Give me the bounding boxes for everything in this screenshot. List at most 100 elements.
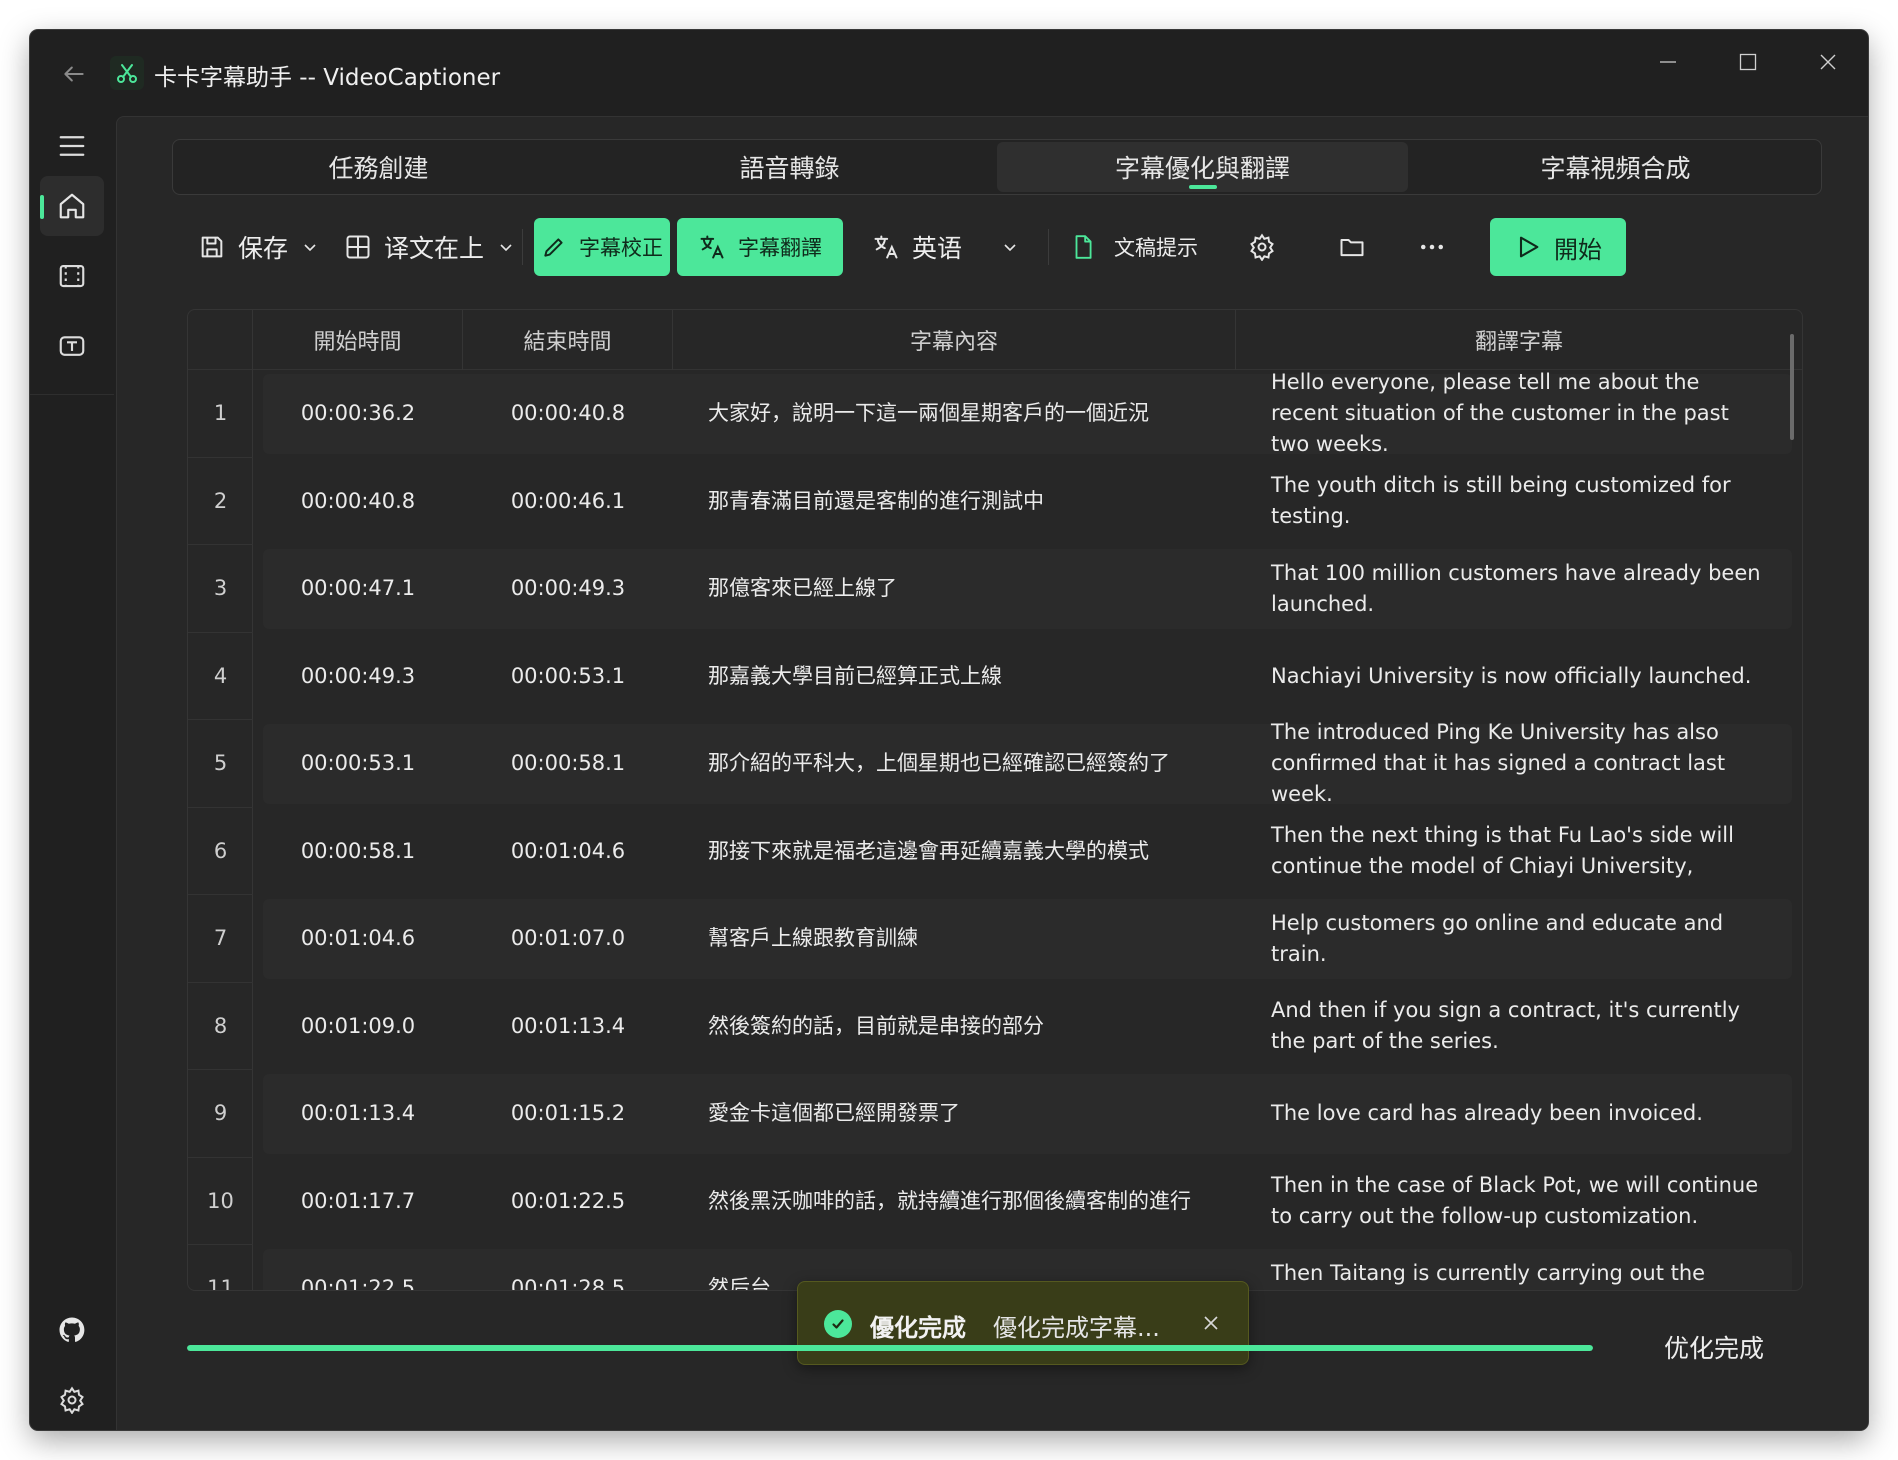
start-time-cell[interactable]: 00:01:09.0 [253,983,463,1071]
end-time-cell[interactable]: 00:01:04.6 [463,808,673,896]
step-tabs: 任務創建 語音轉錄 字幕優化與翻譯 字幕視頻合成 [172,139,1822,195]
back-button[interactable] [56,56,92,92]
github-button[interactable] [40,1300,104,1360]
close-window-button[interactable] [1798,44,1858,80]
subtitle-text-cell[interactable]: 愛金卡這個都已經開發票了 [673,1070,1236,1158]
end-time-cell[interactable]: 00:00:46.1 [463,458,673,546]
start-time-cell[interactable]: 00:00:40.8 [253,458,463,546]
translation-cell[interactable]: That 100 million customers have already … [1236,545,1802,633]
toolbar-separator [1048,229,1049,265]
end-time-cell[interactable]: 00:01:07.0 [463,895,673,983]
start-button[interactable]: 開始 [1490,218,1626,276]
start-time-cell[interactable]: 00:00:36.2 [253,370,463,458]
end-time-cell[interactable]: 00:01:22.5 [463,1158,673,1246]
translation-cell[interactable]: Then the next thing is that Fu Lao's sid… [1236,808,1802,896]
table-row[interactable]: 6 00:00:58.1 00:01:04.6 那接下來就是福老這邊會再延續嘉義… [188,808,1802,896]
open-folder-button[interactable] [1322,217,1382,277]
table-row[interactable]: 8 00:01:09.0 00:01:13.4 然後簽約的話，目前就是串接的部分… [188,983,1802,1071]
doc-hint-button[interactable]: 文稿提示 [1070,217,1198,277]
subtitle-text-cell[interactable]: 然後黑沃咖啡的話，就持續進行那個後續客制的進行 [673,1158,1236,1246]
start-time-cell[interactable]: 00:00:58.1 [253,808,463,896]
header-start-time[interactable]: 開始時間 [253,310,463,370]
subtitle-text-cell[interactable]: 那介紹的平科大，上個星期也已經確認已經簽約了 [673,720,1236,808]
vertical-scrollbar[interactable] [1790,334,1794,440]
translation-cell[interactable]: Nachiayi University is now officially la… [1236,633,1802,721]
translation-cell[interactable]: Then in the case of Black Pot, we will c… [1236,1158,1802,1246]
header-subtitle-content[interactable]: 字幕內容 [673,310,1236,370]
menu-icon [59,136,85,156]
scissors-icon [117,64,137,83]
tab-transcription[interactable]: 語音轉錄 [584,140,995,194]
end-time-cell[interactable]: 00:00:58.1 [463,720,673,808]
success-toast: 優化完成 優化完成字幕... [797,1281,1249,1365]
translate-icon [700,235,724,259]
translation-cell[interactable]: And then if you sign a contract, it's cu… [1236,983,1802,1071]
subtitle-text-cell[interactable]: 然後簽約的話，目前就是串接的部分 [673,983,1236,1071]
tab-task-create[interactable]: 任務創建 [173,140,584,194]
translation-cell[interactable]: The introduced Ping Ke University has al… [1236,720,1802,808]
header-label: 開始時間 [313,330,402,355]
start-time-cell[interactable]: 00:01:13.4 [253,1070,463,1158]
save-dropdown[interactable]: 保存 [198,217,318,277]
nav-item-subtitle[interactable] [40,316,104,376]
translation-cell[interactable]: Help customers go online and educate and… [1236,895,1802,983]
subtitle-text-cell[interactable]: 那青春滿目前還是客制的進行測試中 [673,458,1236,546]
row-divider [188,1244,253,1245]
subtitle-text-cell[interactable]: 那嘉義大學目前已經算正式上線 [673,633,1236,721]
start-time-cell[interactable]: 00:00:53.1 [253,720,463,808]
menu-button[interactable] [40,116,104,176]
subtitle-text-cell[interactable]: 那接下來就是福老這邊會再延續嘉義大學的模式 [673,808,1236,896]
active-indicator [40,195,44,219]
table-row[interactable]: 5 00:00:53.1 00:00:58.1 那介紹的平科大，上個星期也已經確… [188,720,1802,808]
maximize-button[interactable] [1718,44,1778,80]
end-time-cell[interactable]: 00:01:13.4 [463,983,673,1071]
layout-dropdown[interactable]: 译文在上 [344,217,514,277]
subtitle-text-cell[interactable]: 幫客戶上線跟教育訓練 [673,895,1236,983]
start-time-cell[interactable]: 00:01:17.7 [253,1158,463,1246]
table-row[interactable]: 7 00:01:04.6 00:01:07.0 幫客戶上線跟教育訓練 Help … [188,895,1802,983]
header-end-time[interactable]: 結束時間 [463,310,673,370]
start-time-cell[interactable]: 00:00:49.3 [253,633,463,721]
save-icon [201,236,223,258]
gear-icon [1250,233,1274,261]
table-row[interactable]: 10 00:01:17.7 00:01:22.5 然後黑沃咖啡的話，就持續進行那… [188,1158,1802,1246]
nav-item-home[interactable] [40,176,104,236]
settings-button[interactable] [1232,217,1292,277]
tab-optimize-translate[interactable]: 字幕優化與翻譯 [997,142,1408,192]
translation-cell[interactable]: The youth ditch is still being customize… [1236,458,1802,546]
end-time-cell[interactable]: 00:00:53.1 [463,633,673,721]
header-translation[interactable]: 翻譯字幕 [1236,310,1802,370]
table-row[interactable]: 3 00:00:47.1 00:00:49.3 那億客來已經上線了 That 1… [188,545,1802,633]
translation-cell[interactable]: Then Taitang is currently carrying out t… [1236,1245,1802,1290]
toast-close-button[interactable] [1196,1308,1226,1338]
more-button[interactable] [1402,217,1462,277]
subtitle-text-cell[interactable]: 大家好，說明一下這一兩個星期客戶的一個近況 [673,370,1236,458]
start-time-cell[interactable]: 00:01:22.5 [253,1245,463,1290]
chevron-down-icon [1004,244,1016,252]
tab-video-synthesis[interactable]: 字幕視頻合成 [1410,140,1821,194]
minimize-button[interactable] [1638,44,1698,80]
row-index: 5 [213,751,228,776]
start-time-cell[interactable]: 00:00:47.1 [253,545,463,633]
translate-button[interactable]: 字幕翻譯 [677,218,843,276]
end-time-cell[interactable]: 00:01:15.2 [463,1070,673,1158]
table-body: 1 00:00:36.2 00:00:40.8 大家好，說明一下這一兩個星期客戶… [188,370,1802,1290]
row-divider [188,632,253,633]
end-time-cell[interactable]: 00:00:49.3 [463,545,673,633]
table-row[interactable]: 4 00:00:49.3 00:00:53.1 那嘉義大學目前已經算正式上線 N… [188,633,1802,721]
start-time-cell[interactable]: 00:01:04.6 [253,895,463,983]
chevron-down-icon [304,244,316,252]
table-row[interactable]: 2 00:00:40.8 00:00:46.1 那青春滿目前還是客制的進行測試中… [188,458,1802,546]
translate-icon [874,235,898,259]
translation-cell[interactable]: The love card has already been invoiced. [1236,1070,1802,1158]
translation-cell[interactable]: Hello everyone, please tell me about the… [1236,370,1802,458]
settings-button[interactable] [40,1370,104,1430]
language-dropdown[interactable]: 英语 [872,217,1018,277]
end-time-cell[interactable]: 00:01:28.5 [463,1245,673,1290]
end-time-cell[interactable]: 00:00:40.8 [463,370,673,458]
proofread-button[interactable]: 字幕校正 [534,218,670,276]
table-row[interactable]: 9 00:01:13.4 00:01:15.2 愛金卡這個都已經開發票了 The… [188,1070,1802,1158]
table-row[interactable]: 1 00:00:36.2 00:00:40.8 大家好，說明一下這一兩個星期客戶… [188,370,1802,458]
nav-item-video[interactable] [40,246,104,306]
subtitle-text-cell[interactable]: 那億客來已經上線了 [673,545,1236,633]
